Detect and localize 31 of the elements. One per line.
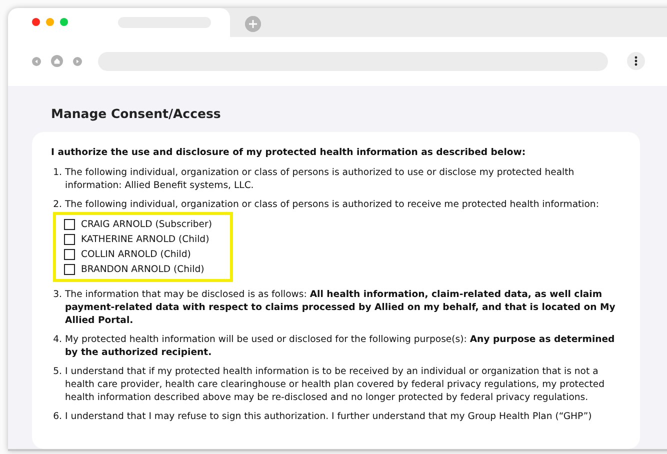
minimize-window-icon[interactable] [46,18,54,26]
browser-tab[interactable] [8,8,230,37]
page-title: Manage Consent/Access [51,106,222,121]
more-menu-icon[interactable] [627,52,645,70]
checkbox-label[interactable]: BRANDON ARNOLD (Child) [81,263,204,276]
checkbox-label[interactable]: KATHERINE ARNOLD (Child) [81,233,210,246]
list-number: 1. [52,166,63,180]
consent-paragraph: My protected health information will be used or disclosed for the following purpose(s): Any purpose as determined by the authorized recipient. [65,333,616,359]
checkbox-label[interactable]: CRAIG ARNOLD (Subscriber) [81,218,212,231]
checkbox[interactable] [64,264,75,275]
checkbox[interactable] [64,234,75,245]
consent-paragraph: The following individual, organization or class of persons is authorized to use or disclose my protected health information: Allied Benefit systems, LLC. [65,166,576,192]
list-number: 2. [52,198,63,212]
back-icon[interactable] [32,56,41,66]
checkbox[interactable] [64,249,75,260]
close-window-icon[interactable] [32,18,40,26]
consent-paragraph: The following individual, organization or class of persons is authorized to receive me protected health information: [65,198,600,211]
new-tab-icon[interactable] [245,16,261,32]
home-icon[interactable] [51,55,63,68]
consent-paragraph: I understand that I may refuse to sign this authorization. I further understand that my Group Health Plan (“GHP”) [65,410,593,423]
list-number: 5. [52,365,63,379]
consent-paragraph: I understand that if my protected health information is to be received by an individual or organization that is not a health care provider, health care clearinghouse or health plan covered by federal privacy regulations, my protected health information described above may be re-disclosed and no longer protected by federal privacy regulations. [65,365,606,404]
maximize-window-icon[interactable] [60,18,68,26]
list-number: 3. [52,288,63,302]
checkbox[interactable] [64,219,75,230]
list-number: 6. [52,410,63,423]
consent-heading: I authorize the use and disclosure of my protected health information as described below: [51,146,527,159]
list-number: 4. [52,333,63,347]
forward-icon[interactable] [73,56,82,66]
consent-paragraph: The information that may be disclosed is as follows: All health information, claim-related data, as well claim payment-related data with respect to claims processed by Allied on my behalf, and that is located on My Allied Portal. [65,288,616,327]
checkbox-label[interactable]: COLLIN ARNOLD (Child) [81,248,191,261]
